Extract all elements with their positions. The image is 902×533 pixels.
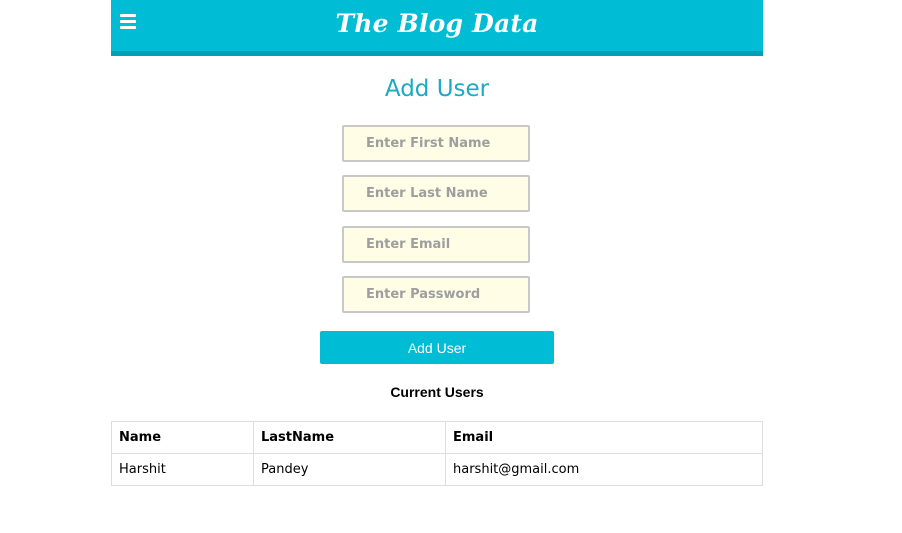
brand-title: The Blog Data <box>335 9 539 38</box>
header-bar: The Blog Data <box>111 0 763 56</box>
column-header-email: Email <box>445 421 763 454</box>
last-name-input[interactable] <box>342 175 530 212</box>
cell-lastname: Pandey <box>253 453 446 486</box>
users-table: Name LastName Email Harshit Pandey harsh… <box>111 421 763 486</box>
page-title: Add User <box>384 76 490 102</box>
password-input[interactable] <box>342 276 530 313</box>
table-row: Harshit Pandey harshit@gmail.com <box>111 453 763 486</box>
add-user-button[interactable]: Add User <box>320 331 554 364</box>
first-name-input[interactable] <box>342 125 530 162</box>
current-users-heading: Current Users <box>390 384 484 400</box>
email-input[interactable] <box>342 226 530 263</box>
app: The Blog Data Add User Add User Current … <box>0 0 902 533</box>
column-header-name: Name <box>111 421 254 454</box>
table-header-row: Name LastName Email <box>111 421 763 454</box>
cell-email: harshit@gmail.com <box>445 453 763 486</box>
column-header-lastname: LastName <box>253 421 446 454</box>
cell-name: Harshit <box>111 453 254 486</box>
